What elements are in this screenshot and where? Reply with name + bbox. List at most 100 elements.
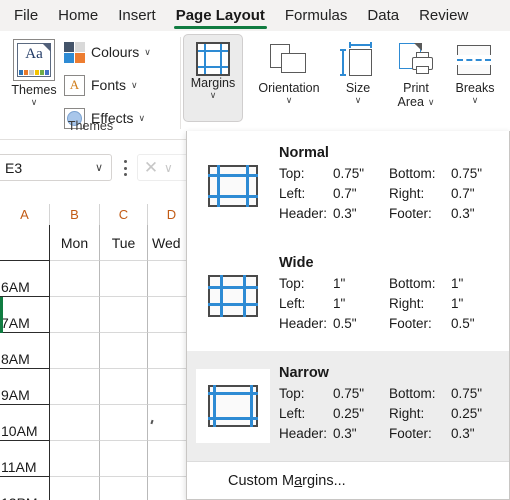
fonts-icon-glyph: A: [69, 77, 80, 92]
label-footer: Footer:: [389, 426, 432, 441]
cell-c[interactable]: [100, 297, 148, 333]
chevron-down-icon[interactable]: ∨: [144, 47, 151, 58]
value-header: 0.3": [333, 206, 357, 221]
value-left: 0.25": [333, 406, 365, 421]
breaks-icon: [455, 41, 495, 81]
row-header-cell[interactable]: [0, 225, 50, 261]
tab-review[interactable]: Review: [409, 0, 478, 31]
theme-colours-label: Colours: [91, 44, 140, 60]
breaks-button-label: Breaks: [455, 81, 495, 95]
themes-group-label: Themes: [67, 119, 114, 133]
column-header-a[interactable]: A: [0, 204, 50, 225]
chevron-down-icon[interactable]: ∨: [355, 95, 362, 106]
tab-data[interactable]: Data: [357, 0, 409, 31]
cell-c[interactable]: [100, 405, 148, 441]
cell-c[interactable]: [100, 333, 148, 369]
tab-home[interactable]: Home: [48, 0, 108, 31]
chevron-down-icon[interactable]: ∨: [164, 161, 173, 175]
margins-icon: [196, 42, 230, 76]
cell-c[interactable]: [100, 369, 148, 405]
orientation-button[interactable]: Orientation ∨: [247, 34, 331, 122]
margins-button-label: Margins: [190, 76, 236, 90]
tab-insert[interactable]: Insert: [108, 0, 166, 31]
chevron-down-icon[interactable]: ∨: [210, 90, 217, 101]
name-box[interactable]: E3 ∨: [0, 154, 112, 181]
tab-page-layout[interactable]: Page Layout: [166, 0, 275, 31]
themes-button[interactable]: Aa Themes ∨: [3, 35, 65, 119]
margins-button[interactable]: Margins ∨: [183, 34, 243, 122]
theme-colours-button[interactable]: Colours ∨: [64, 39, 151, 65]
cell-b[interactable]: [50, 441, 100, 477]
tab-formulas-label: Formulas: [284, 7, 348, 24]
label-left: Left:: [279, 296, 306, 311]
chevron-down-icon[interactable]: ∨: [131, 80, 138, 91]
row-time-label: 9AM: [1, 387, 30, 403]
cancel-icon[interactable]: ✕: [138, 159, 164, 176]
more-options-icon[interactable]: [118, 160, 132, 176]
print-area-button[interactable]: Print Area ∨: [385, 34, 447, 122]
cell-c[interactable]: [100, 477, 148, 500]
size-button[interactable]: Size ∨: [333, 34, 383, 122]
tab-formulas[interactable]: Formulas: [275, 0, 358, 31]
cell-b[interactable]: [50, 333, 100, 369]
themes-icon-swatches: [19, 70, 50, 75]
value-footer: 0.3": [451, 206, 475, 221]
value-bottom: 1": [451, 276, 464, 291]
size-button-label: Size: [345, 81, 371, 95]
ribbon-group-page-setup: Margins ∨ Orientation ∨ Size ∨ Print Are…: [181, 31, 510, 140]
margins-preset-wide-title: Wide: [279, 255, 314, 271]
ribbon-tab-bar: File Home Insert Page Layout Formulas Da…: [0, 0, 510, 31]
value-header: 0.3": [333, 426, 357, 441]
cell-b[interactable]: [50, 369, 100, 405]
cell-b[interactable]: [50, 261, 100, 297]
print-area-button-label-line1: Print: [403, 81, 429, 95]
ribbon: Aa Themes ∨ Colours ∨ A Fonts ∨ Effects …: [0, 31, 510, 140]
row-time-label: 7AM: [1, 315, 30, 331]
row-header-cell[interactable]: 11AM: [0, 441, 50, 477]
background-button[interactable]: Bac: [503, 34, 510, 122]
row-header-cell[interactable]: 10AM: [0, 405, 50, 441]
margins-preset-wide[interactable]: Wide Top: 1" Bottom: 1" Left: 1" Right: 1" H…: [187, 241, 509, 351]
row-time-label: 10AM: [1, 423, 38, 439]
ribbon-group-themes: Aa Themes ∨ Colours ∨ A Fonts ∨ Effects …: [0, 31, 181, 140]
row-header-cell[interactable]: 9AM: [0, 369, 50, 405]
label-right: Right:: [389, 186, 425, 201]
cell-c[interactable]: [100, 261, 148, 297]
row-header-cell[interactable]: 12PM: [0, 477, 50, 500]
label-top: Top:: [279, 386, 305, 401]
breaks-button[interactable]: Breaks ∨: [449, 34, 501, 122]
chevron-down-icon[interactable]: ∨: [286, 95, 293, 106]
column-header-b[interactable]: B: [50, 204, 100, 225]
column-header-c[interactable]: C: [100, 204, 148, 225]
margins-preset-normal[interactable]: Normal Top: 0.75" Bottom: 0.75" Left: 0.7" …: [187, 131, 509, 241]
label-right: Right:: [389, 406, 425, 421]
tab-file[interactable]: File: [0, 0, 48, 31]
row-time-label: 11AM: [1, 459, 37, 475]
themes-icon: Aa: [13, 39, 55, 81]
custom-margins-accelerator: a: [294, 472, 303, 489]
cell-b[interactable]: Mon: [50, 225, 100, 261]
cell-b[interactable]: [50, 297, 100, 333]
label-top: Top:: [279, 276, 305, 291]
chevron-down-icon[interactable]: ∨: [95, 161, 111, 174]
value-top: 0.75": [333, 166, 365, 181]
chevron-down-icon[interactable]: ∨: [428, 97, 435, 108]
cell-b[interactable]: [50, 405, 100, 441]
margins-preset-narrow[interactable]: Narrow Top: 0.75" Bottom: 0.75" Left: 0.25"…: [187, 351, 509, 461]
tab-home-label: Home: [58, 7, 99, 24]
value-header: 0.5": [333, 316, 357, 331]
row-header-cell[interactable]: 7AM: [0, 297, 50, 333]
theme-fonts-button[interactable]: A Fonts ∨: [64, 72, 138, 98]
row-header-cell[interactable]: 6AM: [0, 261, 50, 297]
cell-b[interactable]: [50, 477, 100, 500]
value-left: 1": [333, 296, 346, 311]
chevron-down-icon[interactable]: ∨: [31, 97, 38, 107]
tab-review-label: Review: [419, 7, 469, 24]
custom-margins-menu-item[interactable]: Custom Ma rgins...: [187, 462, 509, 499]
cell-c[interactable]: [100, 441, 148, 477]
cell-c[interactable]: Tue: [100, 225, 148, 261]
chevron-down-icon[interactable]: ∨: [472, 95, 479, 106]
row-header-cell[interactable]: 8AM: [0, 333, 50, 369]
value-top: 1": [333, 276, 346, 291]
tab-data-label: Data: [367, 7, 400, 24]
